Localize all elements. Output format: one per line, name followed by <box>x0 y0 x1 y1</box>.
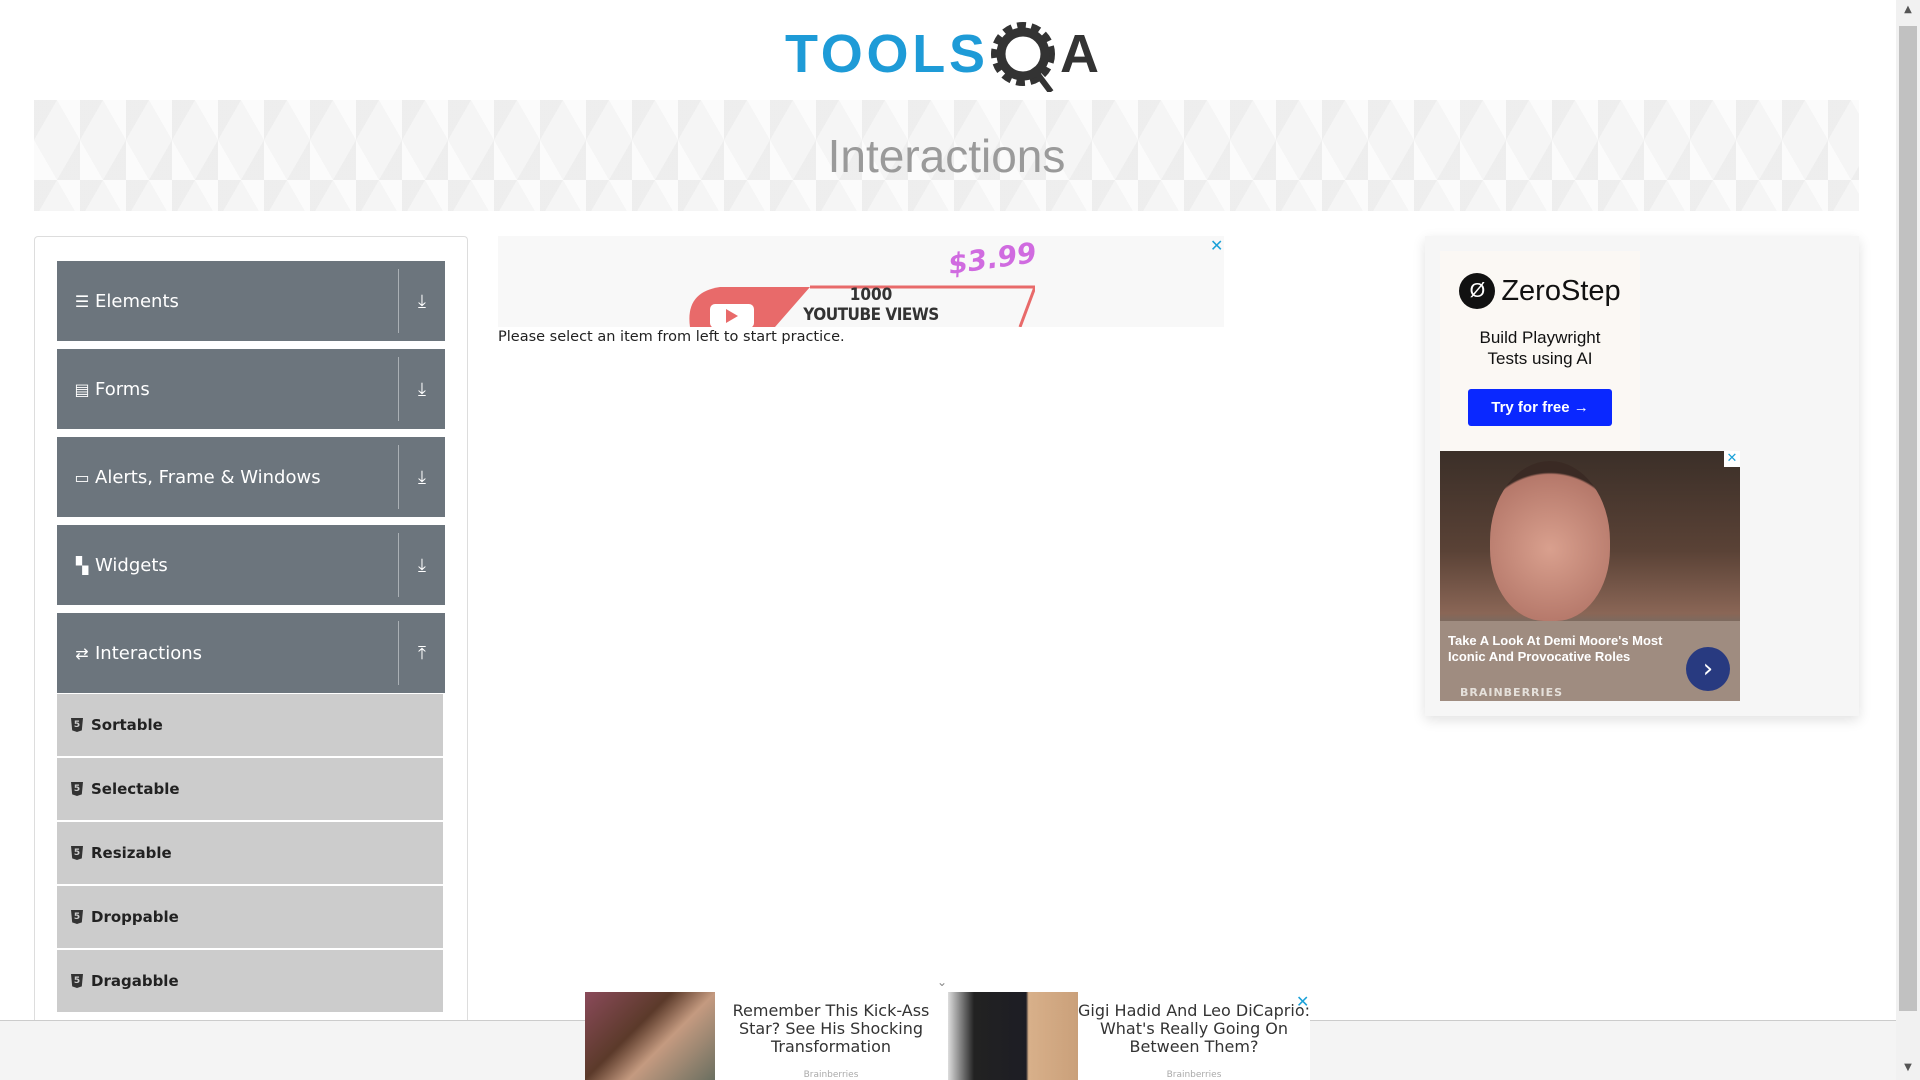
youtube-views-ad[interactable]: 1000 YOUTUBE VIEWS $3.99 ✕ <box>498 236 1224 327</box>
ad-brand: ZeroStep <box>1501 274 1621 307</box>
page-header-banner: Interactions <box>34 100 1859 211</box>
ad-label: YOUTUBE VIEWS <box>803 305 939 325</box>
bottom-ad[interactable]: Gigi Hadid And Leo DiCaprio: What's Real… <box>948 992 1310 1080</box>
item-label: Resizable <box>91 844 172 862</box>
sidebar-group-interactions[interactable]: ⇄ Interactions ⤒ <box>57 613 445 693</box>
sidebar: ☰ Elements ⤓ ▤ Forms ⤓ ▭ Alerts, Frame &… <box>34 236 468 1036</box>
chevron-up-icon: ⤒ <box>418 642 426 664</box>
divider <box>398 533 399 597</box>
scrollbar[interactable]: ▲ ▼ <box>1896 0 1920 1080</box>
html5-icon: 5 <box>71 910 83 924</box>
promo-title: Take A Look At Demi Moore's Most Iconic … <box>1448 633 1663 664</box>
scroll-up-icon[interactable]: ▲ <box>1896 4 1920 15</box>
group-label: Elements <box>95 290 179 312</box>
item-label: Droppable <box>91 908 179 926</box>
group-label: Alerts, Frame & Windows <box>95 466 321 488</box>
ad-image <box>585 992 715 1080</box>
ad-image <box>948 992 1078 1080</box>
try-for-free-button[interactable]: Try for free → <box>1468 389 1612 426</box>
promo-image <box>1490 461 1610 621</box>
sidebar-item-dragabble[interactable]: 5 Dragabble <box>57 950 443 1012</box>
chevron-down-icon: ⤓ <box>418 378 426 400</box>
logo-a-text: A <box>1060 24 1099 84</box>
zerostep-ad[interactable]: Ø ZeroStep Build Playwright Tests using AI… <box>1440 251 1640 451</box>
chevron-down-icon[interactable]: ⌄ <box>937 975 947 989</box>
sidebar-group-elements[interactable]: ☰ Elements ⤓ <box>57 261 445 341</box>
gear-icon <box>991 22 1055 92</box>
ad-tagline: Build Playwright <box>1479 328 1601 347</box>
ad-source: Brainberries <box>1166 1070 1222 1080</box>
page-title: Interactions <box>827 129 1066 182</box>
sidebar-item-droppable[interactable]: 5 Droppable <box>57 886 443 948</box>
chevron-right-icon[interactable]: › <box>1686 647 1730 691</box>
sidebar-group-alerts[interactable]: ▭ Alerts, Frame & Windows ⤓ <box>57 437 445 517</box>
close-icon[interactable]: ✕ <box>1296 992 1309 1011</box>
window-icon: ▭ <box>74 467 90 487</box>
group-label: Forms <box>95 378 150 400</box>
sidebar-group-forms[interactable]: ▤ Forms ⤓ <box>57 349 445 429</box>
html5-icon: 5 <box>71 782 83 796</box>
html5-icon: 5 <box>71 718 83 732</box>
ad-count: 1000 <box>849 285 893 305</box>
promo-source: BRAINBERRIES <box>1460 686 1564 699</box>
right-ad-panel: Ø ZeroStep Build Playwright Tests using AI… <box>1425 236 1859 716</box>
close-icon[interactable]: ✕ <box>1724 451 1740 467</box>
item-label: Sortable <box>91 716 163 734</box>
ad-title: Gigi Hadid And Leo DiCaprio: What's Real… <box>1078 1001 1310 1056</box>
chevron-down-icon: ⤓ <box>418 290 426 312</box>
promo-ad[interactable]: ✕ Take A Look At Demi Moore's Most Iconi… <box>1440 451 1740 701</box>
close-icon[interactable]: ✕ <box>1210 236 1223 255</box>
divider <box>398 445 399 509</box>
sidebar-group-widgets[interactable]: ▚ Widgets ⤓ <box>57 525 445 605</box>
divider <box>398 621 399 685</box>
form-icon: ▤ <box>74 379 90 399</box>
interactions-icon: ⇄ <box>75 643 89 663</box>
scroll-down-icon[interactable]: ▼ <box>1896 1062 1920 1073</box>
group-label: Widgets <box>95 554 168 576</box>
sidebar-item-resizable[interactable]: 5 Resizable <box>57 822 443 884</box>
scrollbar-thumb[interactable] <box>1899 26 1917 1011</box>
bottom-ad[interactable]: Remember This Kick-Ass Star? See His Sho… <box>585 992 947 1080</box>
html5-icon: 5 <box>71 846 83 860</box>
html5-icon: 5 <box>71 974 83 988</box>
divider <box>398 269 399 333</box>
item-label: Dragabble <box>91 972 179 990</box>
chevron-down-icon: ⤓ <box>418 554 426 576</box>
item-label: Selectable <box>91 780 180 798</box>
sidebar-item-sortable[interactable]: 5 Sortable <box>57 694 443 756</box>
divider <box>398 357 399 421</box>
practice-prompt: Please select an item from left to start… <box>498 329 845 345</box>
chevron-down-icon: ⤓ <box>418 466 426 488</box>
bottom-ads: Remember This Kick-Ass Star? See His Sho… <box>585 992 1310 1080</box>
toolsqa-logo[interactable]: TOOLS A <box>785 14 1115 92</box>
ad-title: Remember This Kick-Ass Star? See His Sho… <box>732 1001 930 1056</box>
group-label: Interactions <box>95 642 203 664</box>
sidebar-item-selectable[interactable]: 5 Selectable <box>57 758 443 820</box>
menu-icon: ☰ <box>74 291 90 311</box>
widgets-icon: ▚ <box>75 555 89 575</box>
zerostep-logo-icon: Ø <box>1459 273 1496 309</box>
ad-source: Brainberries <box>803 1070 859 1080</box>
logo-tools-text: TOOLS <box>785 24 985 84</box>
ad-tagline: Tests using AI <box>1487 349 1593 368</box>
